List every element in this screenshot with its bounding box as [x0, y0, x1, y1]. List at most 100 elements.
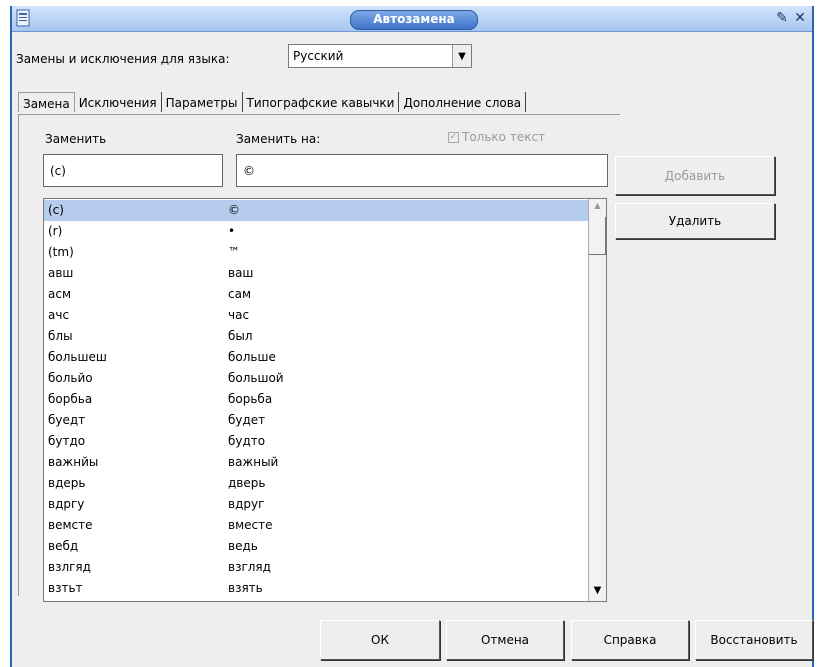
tab-2[interactable]: Параметры: [162, 92, 243, 112]
list-item-from: (r): [48, 224, 63, 238]
add-button-label: Добавить: [664, 168, 726, 183]
list-item-to: вдруг: [228, 497, 265, 511]
list-item-from: больйо: [48, 371, 93, 385]
language-row: Замены и исключения для языка: Русский ▼: [12, 40, 812, 74]
tab-3[interactable]: Типографские кавычки: [243, 92, 400, 112]
list-item-from: взлгяд: [48, 560, 91, 574]
list-item[interactable]: ачс час: [44, 305, 588, 326]
scroll-thumb[interactable]: [589, 217, 606, 255]
scroll-up-icon[interactable]: ▲: [589, 201, 606, 215]
list-item-to: ведь: [228, 539, 258, 553]
list-item-from: блы: [48, 329, 73, 343]
list-item[interactable]: больйо большой: [44, 368, 588, 389]
list-item-to: будет: [228, 413, 266, 427]
add-button[interactable]: Добавить: [615, 156, 775, 195]
with-input-value: ©: [243, 164, 255, 178]
list-item[interactable]: буедт будет: [44, 410, 588, 431]
list-item[interactable]: блы был: [44, 326, 588, 347]
text-only-label: Только текст: [462, 130, 546, 144]
tab-4[interactable]: Дополнение слова: [399, 92, 527, 112]
list-item-to: будто: [228, 434, 266, 448]
close-icon[interactable]: ✕: [792, 10, 808, 26]
list-item[interactable]: (tm) ™: [44, 242, 588, 263]
title-bar[interactable]: Автозамена ✎ ✕: [12, 6, 812, 32]
chevron-down-icon[interactable]: ▼: [452, 45, 471, 67]
list-item-to: сам: [228, 287, 252, 301]
list-item[interactable]: авш ваш: [44, 263, 588, 284]
tab-1[interactable]: Исключения: [75, 92, 162, 112]
list-item-to: ©: [228, 203, 240, 217]
window-title: Автозамена: [350, 10, 478, 30]
list-item-to: взгляд: [228, 560, 271, 574]
cancel-button-label: Отмена: [480, 633, 530, 647]
help-button-label: Справка: [603, 633, 657, 647]
restore-button[interactable]: Восстановить: [695, 620, 813, 660]
list-item-to: час: [228, 308, 250, 322]
scroll-down-icon[interactable]: ▼: [589, 585, 606, 599]
list-item-to: борьба: [228, 392, 273, 406]
list-item[interactable]: важнйы важный: [44, 452, 588, 473]
language-value: Русский: [293, 49, 344, 63]
list-item-from: (tm): [48, 245, 74, 259]
list-item-from: ачс: [48, 308, 70, 322]
with-column-label: Заменить на:: [236, 132, 321, 146]
list-item-to: важный: [228, 455, 279, 469]
list-item-to: дверь: [228, 476, 266, 490]
list-item-to: больше: [228, 350, 276, 364]
list-item-from: вемсте: [48, 518, 93, 532]
list-item-to: большой: [228, 371, 284, 385]
list-item[interactable]: асм сам: [44, 284, 588, 305]
list-item[interactable]: вебд ведь: [44, 536, 588, 557]
language-label: Замены и исключения для языка:: [16, 52, 230, 66]
list-item-to: •: [228, 224, 236, 238]
pin-icon[interactable]: ✎: [774, 10, 790, 26]
delete-button[interactable]: Удалить: [615, 203, 775, 239]
list-item[interactable]: взтьт взять: [44, 578, 588, 599]
list-item-to: ваш: [228, 266, 254, 280]
list-item-to: взять: [228, 581, 263, 595]
list-item-to: вместе: [228, 518, 273, 532]
replace-input[interactable]: (c): [43, 154, 223, 187]
list-item[interactable]: борбьа борьба: [44, 389, 588, 410]
list-item-from: буедт: [48, 413, 86, 427]
list-item[interactable]: бутдо будто: [44, 431, 588, 452]
autocorrect-dialog: Автозамена ✎ ✕ Замены и исключения для я…: [10, 6, 814, 667]
list-item[interactable]: (c) ©: [44, 200, 588, 221]
list-item-from: вдерь: [48, 476, 86, 490]
list-item-to: был: [228, 329, 253, 343]
delete-button-label: Удалить: [668, 214, 722, 228]
list-item-to: ™: [228, 245, 240, 259]
list-item-from: асм: [48, 287, 72, 301]
list-item-from: (c): [48, 203, 64, 217]
ok-button[interactable]: ОК: [320, 620, 440, 660]
list-item[interactable]: взлгяд взгляд: [44, 557, 588, 578]
list-item-from: авш: [48, 266, 74, 280]
list-item-from: важнйы: [48, 455, 99, 469]
text-only-checkbox[interactable]: ✓ Только текст: [448, 130, 545, 144]
list-item-from: большеш: [48, 350, 107, 364]
cancel-button[interactable]: Отмена: [446, 620, 564, 660]
list-item-from: взтьт: [48, 581, 83, 595]
list-scrollbar[interactable]: ▲ ▼: [588, 199, 606, 601]
list-item[interactable]: вемсте вместе: [44, 515, 588, 536]
checkbox-icon[interactable]: ✓: [448, 131, 459, 143]
ok-button-label: ОК: [371, 633, 389, 647]
list-item-from: вдргу: [48, 497, 85, 511]
replace-input-value: (c): [50, 164, 66, 178]
list-item[interactable]: вдргу вдруг: [44, 494, 588, 515]
list-item-from: бутдо: [48, 434, 86, 448]
help-button[interactable]: Справка: [571, 620, 689, 660]
tab-bar: Замена Исключения Параметры Типографские ка…: [18, 92, 527, 114]
restore-button-label: Восстановить: [710, 633, 798, 647]
language-select[interactable]: Русский ▼: [288, 44, 472, 68]
list-item-from: борбьа: [48, 392, 93, 406]
replacement-list[interactable]: (c) © (r) • (tm) ™ авш ваш асм сам ачс час блы был бол…: [43, 198, 607, 602]
list-item[interactable]: (r) •: [44, 221, 588, 242]
list-item[interactable]: вдерь дверь: [44, 473, 588, 494]
replace-column-label: Заменить: [45, 132, 107, 146]
list-item[interactable]: большеш больше: [44, 347, 588, 368]
tab-0[interactable]: Замена: [18, 92, 75, 112]
with-input[interactable]: ©: [236, 154, 608, 187]
list-item-from: вебд: [48, 539, 79, 553]
app-icon: [16, 9, 30, 27]
